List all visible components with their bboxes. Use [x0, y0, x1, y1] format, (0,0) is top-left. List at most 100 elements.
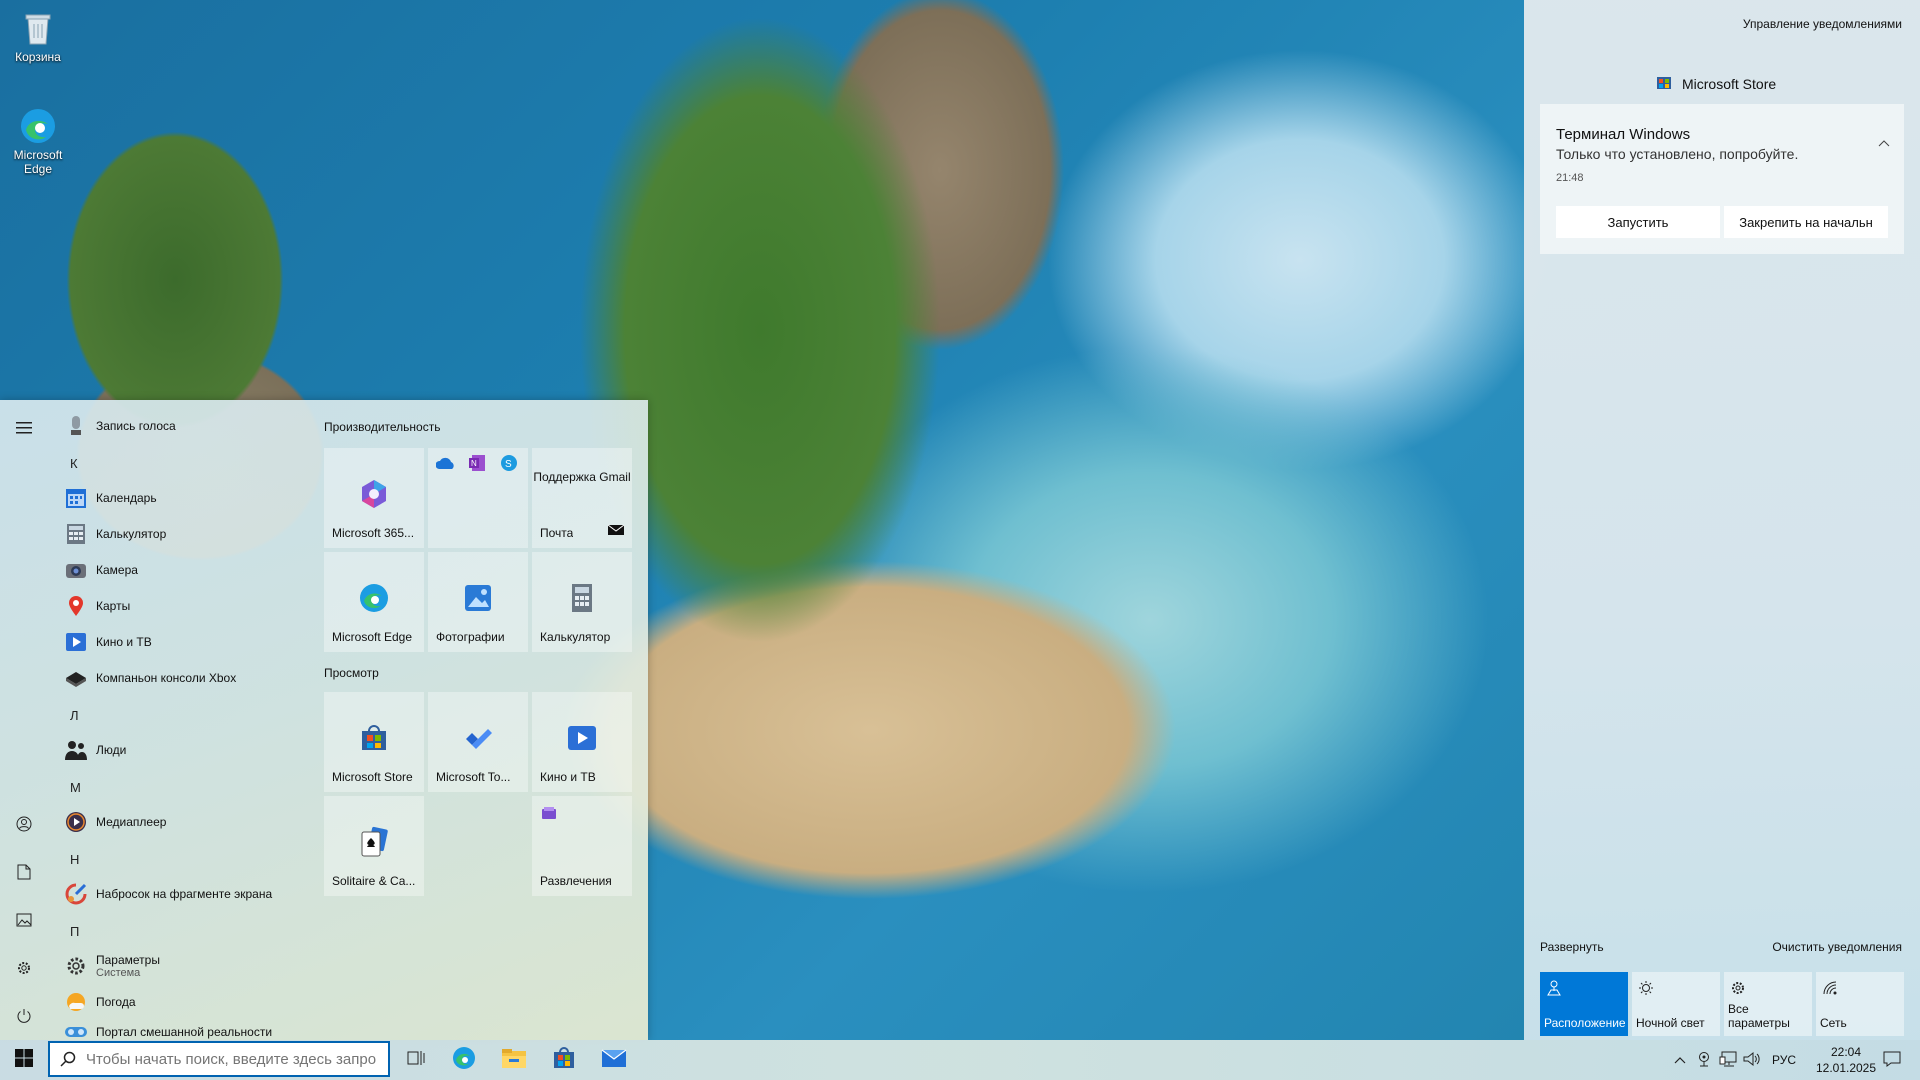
- folder-mini-icon: [542, 806, 556, 824]
- show-hidden-icons-button[interactable]: [1668, 1040, 1692, 1080]
- quick-action-location[interactable]: Расположение: [1540, 972, 1628, 1036]
- microsoft-store-icon: [552, 1046, 576, 1075]
- taskbar: РУС 22:04 12.01.2025: [0, 1040, 1920, 1080]
- task-view-button[interactable]: [392, 1040, 440, 1080]
- tile-entertainment-folder[interactable]: Развлечения: [532, 796, 632, 896]
- app-label: Медиаплеер: [96, 815, 167, 829]
- app-people[interactable]: Люди: [56, 732, 126, 768]
- quick-action-network[interactable]: Сеть: [1816, 972, 1904, 1036]
- app-calculator[interactable]: Калькулятор: [56, 516, 166, 552]
- notification-title: Терминал Windows: [1556, 126, 1691, 143]
- tray-network-button[interactable]: [1716, 1040, 1740, 1080]
- app-media-player[interactable]: Медиаплеер: [56, 804, 166, 840]
- tile-movies-tv[interactable]: Кино и ТВ: [532, 692, 632, 792]
- group-title-browse[interactable]: Просмотр: [324, 666, 379, 680]
- group-title-productivity[interactable]: Производительность: [324, 420, 440, 434]
- tile-microsoft-365[interactable]: Microsoft 365...: [324, 448, 424, 548]
- speaker-volume-icon: [1743, 1051, 1761, 1070]
- app-weather[interactable]: Погода: [56, 984, 136, 1020]
- app-label: Кино и ТВ: [96, 635, 152, 649]
- tile-office-apps-folder[interactable]: N S: [428, 448, 528, 548]
- app-maps[interactable]: Карты: [56, 588, 130, 624]
- settings-gear-icon[interactable]: [12, 956, 36, 980]
- app-settings[interactable]: Параметры Система: [56, 948, 160, 984]
- tile-photos[interactable]: Фотографии: [428, 552, 528, 652]
- tile-mail[interactable]: Поддержка Gmail Почта: [532, 448, 632, 548]
- photos-icon: [462, 582, 494, 614]
- taskbar-file-explorer[interactable]: [490, 1040, 538, 1080]
- taskbar-microsoft-store[interactable]: [540, 1040, 588, 1080]
- calculator-icon: [566, 582, 598, 614]
- tile-microsoft-todo[interactable]: Microsoft To...: [428, 692, 528, 792]
- desktop-icon-edge[interactable]: Microsoft Edge: [6, 106, 70, 176]
- app-snip-sketch[interactable]: Набросок на фрагменте экрана: [56, 876, 272, 912]
- chevron-up-icon[interactable]: [1878, 136, 1890, 150]
- input-language-indicator[interactable]: РУС: [1766, 1040, 1802, 1080]
- letter-header[interactable]: К: [70, 456, 78, 471]
- desktop-icon-label: Microsoft Edge: [13, 148, 63, 176]
- tile-label: Развлечения: [540, 874, 612, 888]
- calendar-icon: [64, 486, 88, 510]
- clear-notifications-link[interactable]: Очистить уведомления: [1772, 940, 1902, 954]
- tile-label: Microsoft Store: [332, 770, 413, 784]
- quick-action-label: Сеть: [1820, 1016, 1847, 1030]
- todo-check-icon: [462, 722, 494, 754]
- app-label: Калькулятор: [96, 527, 167, 541]
- power-icon[interactable]: [12, 1004, 36, 1028]
- search-input[interactable]: [84, 1049, 378, 1069]
- letter-header[interactable]: Л: [70, 708, 79, 723]
- pictures-icon[interactable]: [12, 908, 36, 932]
- edge-icon: [358, 582, 390, 614]
- microsoft-store-icon: [1656, 74, 1672, 93]
- tile-solitaire[interactable]: Solitaire & Ca...: [324, 796, 424, 896]
- tray-device-button[interactable]: [1692, 1040, 1716, 1080]
- action-center-button[interactable]: [1872, 1040, 1912, 1080]
- app-xbox-companion[interactable]: Компаньон консоли Xbox: [56, 660, 236, 696]
- edge-icon: [451, 1045, 477, 1076]
- letter-header[interactable]: Н: [70, 852, 79, 867]
- app-mixed-reality[interactable]: Портал смешанной реальности: [56, 1020, 272, 1040]
- app-voice-recorder[interactable]: Запись голоса: [56, 408, 176, 444]
- app-camera[interactable]: Камера: [56, 552, 138, 588]
- tile-edge[interactable]: Microsoft Edge: [324, 552, 424, 652]
- snip-sketch-icon: [64, 882, 88, 906]
- letter-header[interactable]: М: [70, 780, 81, 795]
- start-button[interactable]: [0, 1040, 48, 1080]
- tile-calculator[interactable]: Калькулятор: [532, 552, 632, 652]
- app-movies-tv[interactable]: Кино и ТВ: [56, 624, 152, 660]
- pin-to-start-button[interactable]: Закрепить на начальн: [1724, 206, 1888, 238]
- mixed-reality-icon: [64, 1020, 88, 1040]
- taskbar-mail[interactable]: [590, 1040, 638, 1080]
- notification-speech-bubble-icon: [1883, 1051, 1901, 1070]
- tray-volume-button[interactable]: [1740, 1040, 1764, 1080]
- letter-header[interactable]: П: [70, 924, 79, 939]
- start-menu: Запись голоса К Календарь Калькулятор Ка…: [0, 400, 648, 1040]
- tile-label: Калькулятор: [540, 630, 611, 644]
- calculator-icon: [64, 522, 88, 546]
- notification-card[interactable]: Терминал Windows Только что установлено,…: [1540, 104, 1904, 254]
- user-account-icon[interactable]: [12, 812, 36, 836]
- search-icon: [60, 1051, 76, 1067]
- tile-label: Кино и ТВ: [540, 770, 596, 784]
- manage-notifications-link[interactable]: Управление уведомлениями: [1743, 17, 1902, 31]
- notification-time: 21:48: [1556, 172, 1584, 184]
- quick-action-all-settings[interactable]: Все параметры: [1724, 972, 1812, 1036]
- taskbar-search-box[interactable]: [48, 1041, 390, 1077]
- app-label: Карты: [96, 599, 131, 613]
- taskbar-edge[interactable]: [440, 1040, 488, 1080]
- expand-quick-actions-link[interactable]: Развернуть: [1540, 940, 1604, 954]
- movies-tv-icon: [64, 630, 88, 654]
- desktop-icon-recycle-bin[interactable]: Корзина: [6, 8, 70, 64]
- tile-label: Microsoft 365...: [332, 526, 415, 540]
- hamburger-menu-icon[interactable]: [12, 416, 36, 440]
- app-sublabel: Система: [96, 967, 141, 979]
- file-explorer-icon: [501, 1047, 527, 1074]
- tile-label: Microsoft To...: [436, 770, 511, 784]
- app-calendar[interactable]: Календарь: [56, 480, 157, 516]
- tile-microsoft-store[interactable]: Microsoft Store: [324, 692, 424, 792]
- documents-icon[interactable]: [12, 860, 36, 884]
- launch-button[interactable]: Запустить: [1556, 206, 1720, 238]
- quick-action-night-light[interactable]: Ночной свет: [1632, 972, 1720, 1036]
- app-label: Запись голоса: [96, 419, 176, 433]
- clock-date: 12.01.2025: [1815, 1061, 1877, 1075]
